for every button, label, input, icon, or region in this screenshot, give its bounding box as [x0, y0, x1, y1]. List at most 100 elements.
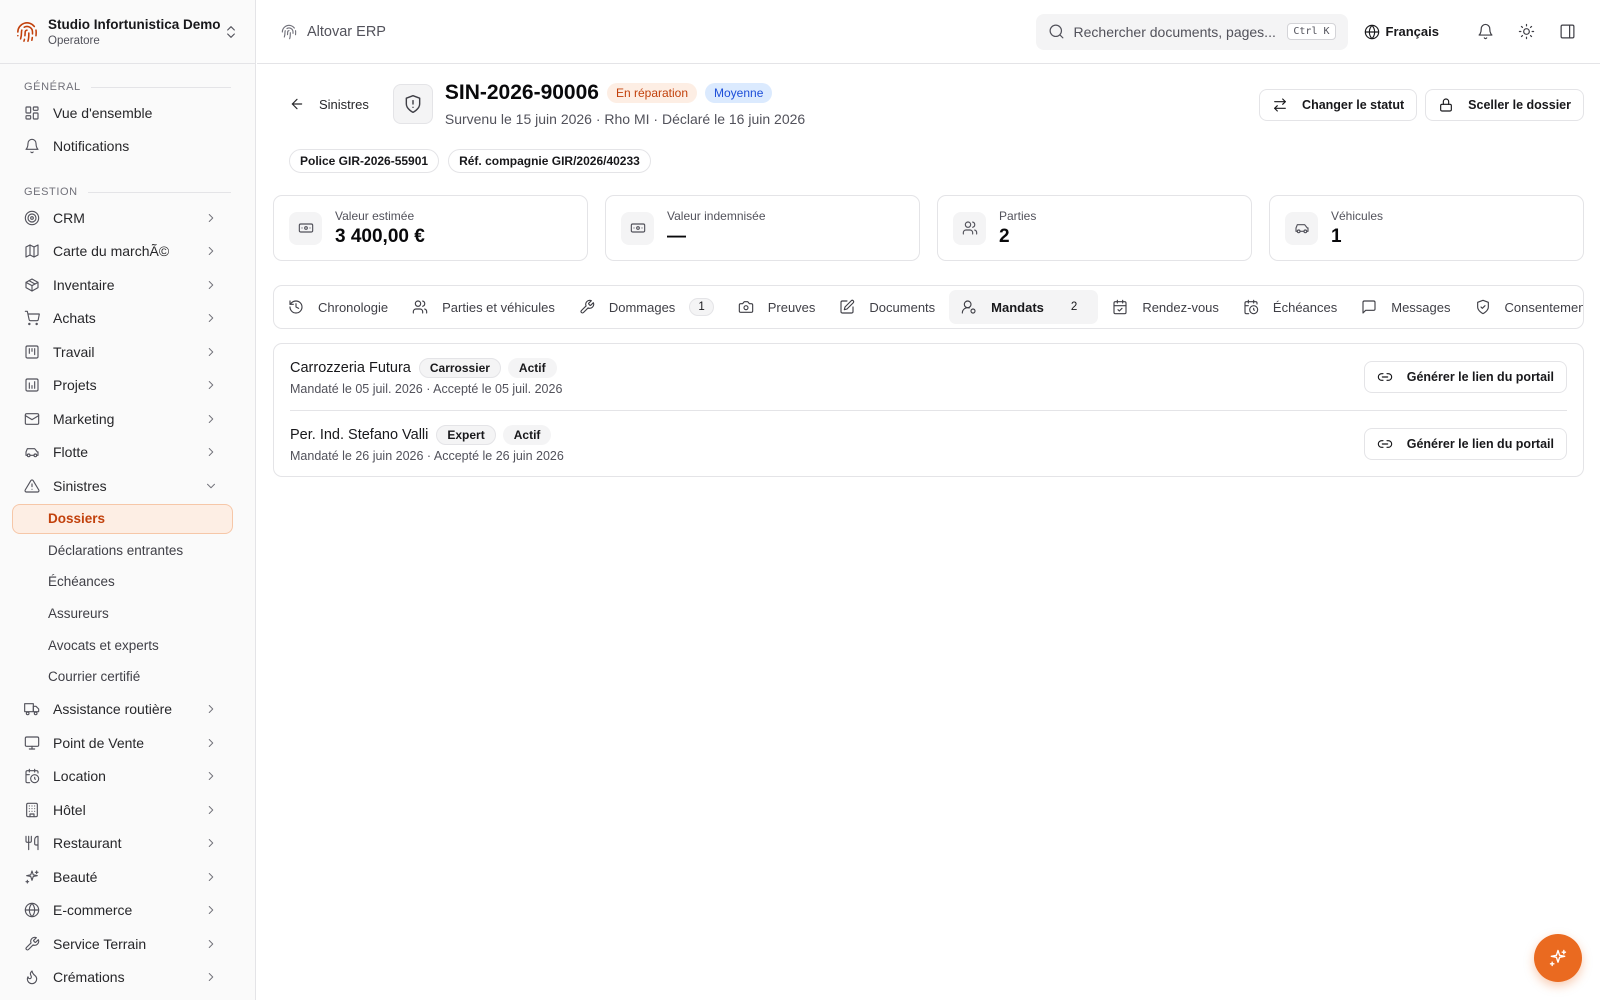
- button-label: Générer le lien du portail: [1406, 370, 1554, 384]
- fingerprint-icon: [16, 21, 38, 43]
- history-icon: [288, 299, 304, 315]
- tab-count: 2: [1061, 298, 1087, 316]
- chevron-right-icon: [204, 769, 218, 783]
- sidebar-item-label: Restaurant: [53, 835, 122, 852]
- stats-row: Valeur estimée 3 400,00 € Valeur indemni…: [273, 195, 1584, 261]
- stat-value: 3 400,00 €: [335, 225, 425, 247]
- sidebar-item-inventory[interactable]: Inventaire: [0, 268, 255, 302]
- sidebar-item-purchases[interactable]: Achats: [0, 302, 255, 336]
- sidebar-subitem-dossiers[interactable]: Dossiers: [12, 503, 233, 534]
- claim-title-block: SIN-2026-90006 En réparation Moyenne Sur…: [445, 81, 805, 127]
- tab-mandates[interactable]: Mandats 2: [949, 290, 1099, 324]
- sidebar-subitem-deadlines[interactable]: Échéances: [0, 566, 255, 598]
- panel-toggle-icon[interactable]: [1559, 23, 1576, 40]
- list-item: Carrozzeria Futura Carrossier Actif Mand…: [290, 344, 1567, 410]
- warning-icon: [24, 478, 40, 494]
- sidebar-item-rental[interactable]: Location: [0, 759, 255, 793]
- tab-consents[interactable]: Consentements: [1475, 290, 1583, 324]
- arrows-swap-icon: [1272, 97, 1288, 113]
- bell-icon[interactable]: [1477, 23, 1494, 40]
- sun-icon[interactable]: [1518, 23, 1535, 40]
- sidebar-item-label: Vue d'ensemble: [53, 104, 153, 121]
- sidebar-item-label: Crémations: [53, 969, 125, 986]
- sidebar-item-field-service[interactable]: Service Terrain: [0, 927, 255, 961]
- sparkle-icon: [1548, 948, 1568, 968]
- chevron-right-icon: [204, 970, 218, 984]
- org-switcher[interactable]: Studio Infortunistica Demo Operatore: [0, 0, 255, 64]
- sidebar-item-label: Marketing: [53, 410, 115, 427]
- tab-label: Documents: [869, 299, 936, 315]
- sidebar-item-label: Sinistres: [53, 477, 107, 494]
- tab-timeline[interactable]: Chronologie: [288, 290, 398, 324]
- chevron-right-icon: [204, 903, 218, 917]
- monitor-icon: [24, 735, 40, 751]
- stat-value: —: [667, 225, 686, 247]
- sidebar-subitem-lawyers-experts[interactable]: Avocats et experts: [0, 629, 255, 661]
- claim-subtitle: Survenu le 15 juin 2026 · Rho MI · Décla…: [444, 111, 806, 127]
- claim-header: Sinistres SIN-2026-90006 En réparation M…: [273, 65, 1584, 143]
- bell-icon: [24, 138, 40, 154]
- sidebar-item-label: Point de Vente: [53, 734, 145, 751]
- stat-card-vehicles: Véhicules 1: [1269, 195, 1584, 261]
- priority-badge: Moyenne: [705, 83, 773, 103]
- sidebar-item-ecommerce[interactable]: E-commerce: [0, 893, 255, 927]
- sidebar-item-label: Flotte: [53, 444, 89, 461]
- sidebar-item-claims[interactable]: Sinistres: [0, 469, 255, 503]
- tab-appointments[interactable]: Rendez-vous: [1112, 290, 1229, 324]
- sidebar-subitem-incoming-declarations[interactable]: Déclarations entrantes: [0, 535, 255, 567]
- tab-evidence[interactable]: Preuves: [738, 290, 826, 324]
- generate-portal-link-button[interactable]: Générer le lien du portail: [1363, 361, 1567, 393]
- tab-damages[interactable]: Dommages 1: [579, 290, 724, 324]
- ai-assistant-button[interactable]: [1534, 934, 1582, 982]
- sidebar-item-crm[interactable]: CRM: [0, 201, 255, 235]
- sidebar-item-pos[interactable]: Point de Vente: [0, 726, 255, 760]
- policy-chip: Police GIR-2026-55901: [289, 149, 440, 173]
- tab-label: Échéances: [1272, 299, 1338, 315]
- tab-messages[interactable]: Messages: [1361, 290, 1460, 324]
- search-input[interactable]: Rechercher documents, pages... Ctrl K: [1035, 13, 1348, 50]
- change-status-button[interactable]: Changer le statut: [1259, 89, 1418, 121]
- sidebar-item-label: Travail: [53, 343, 95, 360]
- mandate-name: Carrozzeria Futura: [290, 360, 411, 376]
- sidebar-item-label: Achats: [53, 310, 96, 327]
- sidebar-item-cremations[interactable]: Crémations: [0, 960, 255, 994]
- tab-parties-vehicles[interactable]: Parties et véhicules: [412, 290, 565, 324]
- sidebar-item-notifications[interactable]: Notifications: [0, 130, 255, 164]
- search-placeholder: Rechercher documents, pages...: [1073, 23, 1276, 40]
- utensils-icon: [24, 835, 40, 851]
- link-icon: [1377, 369, 1393, 385]
- sidebar-item-label: Location: [53, 768, 106, 785]
- chevron-right-icon: [204, 836, 218, 850]
- mandate-role-badge: Expert: [436, 424, 496, 445]
- sidebar-item-work[interactable]: Travail: [0, 335, 255, 369]
- mandate-meta: Mandaté le 05 juil. 2026 · Accepté le 05…: [290, 382, 563, 396]
- sidebar-item-market-map[interactable]: Carte du marchÃ©: [0, 235, 255, 269]
- sidebar-item-marketing[interactable]: Marketing: [0, 402, 255, 436]
- org-name: Studio Infortunistica Demo: [48, 16, 221, 32]
- chevron-right-icon: [204, 702, 218, 716]
- sidebar-item-hotel[interactable]: Hôtel: [0, 793, 255, 827]
- sidebar-item-roadside[interactable]: Assistance routière: [0, 692, 255, 726]
- chevron-right-icon: [204, 736, 218, 750]
- topbar: Altovar ERP Rechercher documents, pages.…: [257, 0, 1600, 64]
- sidebar-item-restaurant[interactable]: Restaurant: [0, 826, 255, 860]
- sidebar-item-overview[interactable]: Vue d'ensemble: [0, 96, 255, 130]
- sidebar-item-beauty[interactable]: Beauté: [0, 860, 255, 894]
- chevron-right-icon: [204, 311, 218, 325]
- back-button[interactable]: Sinistres: [289, 96, 369, 112]
- tab-documents[interactable]: Documents: [839, 290, 945, 324]
- mandate-name: Per. Ind. Stefano Valli: [290, 426, 429, 443]
- tab-deadlines[interactable]: Échéances: [1243, 290, 1347, 324]
- fingerprint-icon: [281, 24, 297, 40]
- sidebar-subitem-certified-mail[interactable]: Courrier certifié: [0, 661, 255, 693]
- chevron-right-icon: [204, 937, 218, 951]
- sidebar-item-fleet[interactable]: Flotte: [0, 436, 255, 470]
- generate-portal-link-button[interactable]: Générer le lien du portail: [1363, 427, 1567, 460]
- target-icon: [24, 210, 40, 226]
- sidebar-subitem-insurers[interactable]: Assureurs: [0, 598, 255, 630]
- chevron-right-icon: [204, 412, 218, 426]
- header-actions: Changer le statut Sceller le dossier: [1251, 89, 1584, 121]
- sidebar-item-projects[interactable]: Projets: [0, 369, 255, 403]
- language-selector[interactable]: Français: [1364, 24, 1439, 40]
- seal-dossier-button[interactable]: Sceller le dossier: [1425, 89, 1584, 121]
